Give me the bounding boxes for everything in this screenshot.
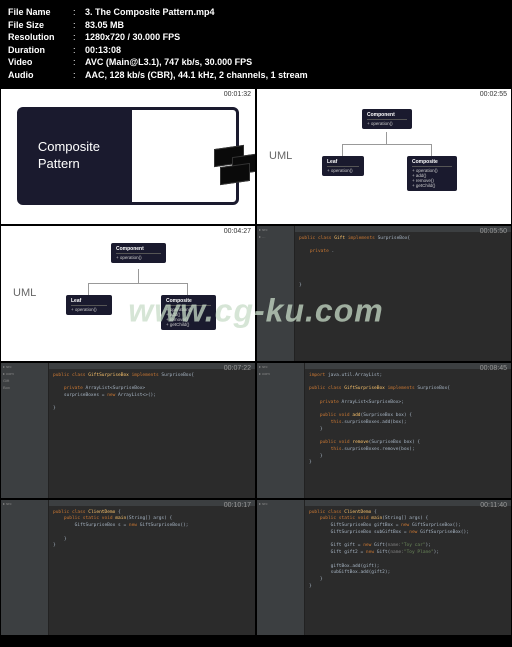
thumbnail-7[interactable]: 00:10:17 ▸ src public class ClientDemo {…	[0, 499, 256, 636]
slide-title: Composite Pattern	[38, 135, 100, 177]
label-filesize: File Size	[8, 19, 73, 32]
thumbnail-grid: 00:01:32 Composite Pattern 00:02:55 UML …	[0, 88, 512, 636]
timestamp: 00:11:40	[480, 502, 507, 509]
label-video: Video	[8, 56, 73, 69]
thumbnail-8[interactable]: 00:11:40 ▸ src public class ClientDemo {…	[256, 499, 512, 636]
thumbnail-3[interactable]: 00:04:27 UML Component + operation() Lea…	[0, 225, 256, 362]
timestamp: 00:01:32	[224, 91, 251, 98]
timestamp: 00:04:27	[224, 228, 251, 235]
label-filename: File Name	[8, 6, 73, 19]
code-editor: import java.util.ArrayList; public class…	[305, 363, 511, 498]
thumbnail-4[interactable]: 00:05:50 ▸ src ▸ ... public class Gift i…	[256, 225, 512, 362]
project-tree: ▸ src	[1, 500, 49, 635]
uml-diagram: Component + operation() Leaf + operation…	[312, 104, 501, 209]
uml-diagram: Component + operation() Leaf + operation…	[56, 241, 245, 346]
uml-label: UML	[269, 150, 297, 162]
label-audio: Audio	[8, 69, 73, 82]
thumbnail-1[interactable]: 00:01:32 Composite Pattern	[0, 88, 256, 225]
code-editor: public class Gift implements SurpriseBox…	[295, 226, 511, 361]
code-editor: public class ClientDemo { public static …	[305, 500, 511, 635]
project-tree: ▸ src ▸ ...	[257, 226, 295, 361]
code-editor: public class ClientDemo { public static …	[49, 500, 255, 635]
timestamp: 00:02:55	[480, 91, 507, 98]
timestamp: 00:05:50	[480, 228, 507, 235]
label-duration: Duration	[8, 44, 73, 57]
uml-label: UML	[13, 287, 41, 299]
timestamp: 00:08:45	[480, 365, 507, 372]
label-resolution: Resolution	[8, 31, 73, 44]
project-tree: ▸ src ▸ com	[257, 363, 305, 498]
timestamp: 00:10:17	[224, 502, 251, 509]
thumbnail-5[interactable]: 00:07:22 ▸ src ▸ com Gift Box public cla…	[0, 362, 256, 499]
project-tree: ▸ src ▸ com Gift Box	[1, 363, 49, 498]
project-tree: ▸ src	[257, 500, 305, 635]
thumbnail-2[interactable]: 00:02:55 UML Component + operation() Lea…	[256, 88, 512, 225]
timestamp: 00:07:22	[224, 365, 251, 372]
thumbnail-6[interactable]: 00:08:45 ▸ src ▸ com import java.util.Ar…	[256, 362, 512, 499]
file-info-header: File Name:3. The Composite Pattern.mp4 F…	[0, 0, 512, 88]
code-editor: public class GiftSurpriseBox implements …	[49, 363, 255, 498]
